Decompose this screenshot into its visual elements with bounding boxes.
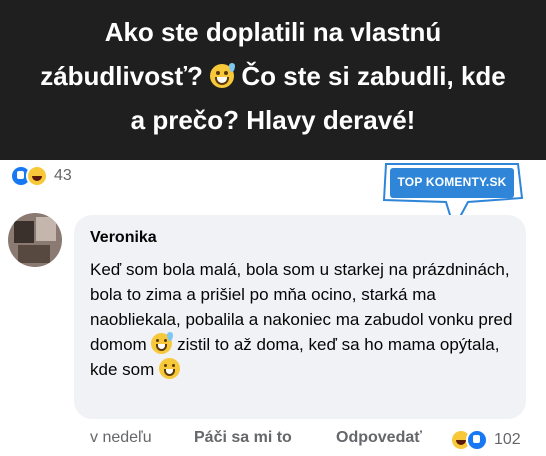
post-reaction-count: 43 [54,167,72,184]
comment-text: Keď som bola malá, bola som u starkej na… [90,257,514,382]
post-reactions[interactable]: 43 [10,165,72,187]
grinning-sweat-emoji-icon [210,63,236,88]
haha-reaction-icon [26,165,48,187]
grinning-sweat-emoji-icon [151,332,174,354]
reply-button[interactable]: Odpovedať [336,429,422,447]
comment-actions: v nedeľu Páči sa mi to Odpovedať 102 [0,429,546,451]
comment-timestamp[interactable]: v nedeľu [90,429,152,447]
like-reaction-icon [466,429,488,451]
brand-name: TOP KOMENTY.SK [397,175,507,189]
commenter-avatar[interactable] [8,213,62,267]
post-title: Ako ste doplatili na vlastnú zábudlivosť… [40,10,506,142]
comment-reaction-count: 102 [494,431,521,448]
comment-reactions[interactable]: 102 [450,429,521,451]
like-button[interactable]: Páči sa mi to [194,429,292,447]
comment-author[interactable]: Veronika [90,229,157,247]
comment-bubble: Veronika Keď som bola malá, bola som u s… [74,215,526,419]
brand-badge: TOP KOMENTY.SK [390,168,514,198]
grinning-emoji-icon [158,358,180,379]
post-banner: Ako ste doplatili na vlastnú zábudlivosť… [0,0,546,160]
